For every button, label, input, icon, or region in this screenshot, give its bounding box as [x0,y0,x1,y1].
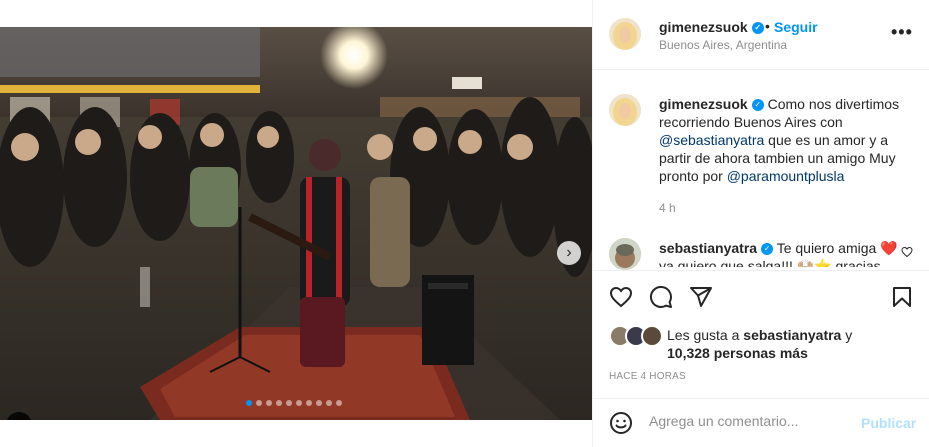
likes-middle: y [845,327,853,343]
share-send-icon[interactable] [689,285,713,309]
carousel-dot [286,400,292,406]
liker-avatars[interactable] [609,325,663,347]
avatar-image [609,238,641,270]
post-timestamp[interactable]: Hace 4 horas [609,371,686,382]
carousel-dot [276,400,282,406]
follow-button[interactable]: Seguir [774,19,818,35]
save-bookmark-icon[interactable] [890,285,914,309]
comment: sebastianyatra ✓ Te quiero amiga ❤️ ya qu… [659,239,899,267]
comment-bubble-icon[interactable] [649,285,673,309]
caption-username[interactable]: gimenezsuok [659,96,748,112]
publish-button[interactable]: Publicar [861,415,916,431]
carousel-dot [316,400,322,406]
author-avatar[interactable] [609,18,641,50]
mention-link[interactable]: @sebastianyatra [659,132,764,148]
verified-badge-icon: ✓ [751,22,764,35]
media-area: › [0,0,592,447]
like-heart-icon[interactable] [609,285,633,309]
carousel-dot [326,400,332,406]
carousel-dot [256,400,262,406]
post-header: gimenezsuok ✓ • Seguir Buenos Aires, Arge… [593,0,929,70]
post-photo[interactable]: › [0,27,592,420]
user-icon [13,419,25,420]
comment-input[interactable] [649,413,849,429]
commenter-avatar[interactable] [609,238,641,270]
likes-prefix: Les gusta a [667,327,740,343]
comment-username[interactable]: sebastianyatra [659,240,757,256]
location-link[interactable]: Buenos Aires, Argentina [659,38,787,52]
avatar-image [609,94,641,126]
carousel-dot [296,400,302,406]
likes-summary: Les gusta a sebastianyatra y 10,328 pers… [667,326,852,362]
next-slide-button[interactable]: › [557,241,581,265]
author-username-text[interactable]: gimenezsuok [659,19,748,35]
instagram-post: › gimenezsuok ✓ • Seguir Buenos Aires, A… [0,0,929,447]
author-username[interactable]: gimenezsuok ✓ [659,19,764,35]
carousel-dot [306,400,312,406]
carousel-dot [246,400,252,406]
more-options-icon[interactable]: ••• [891,22,913,43]
carousel-dot [266,400,272,406]
action-section: Les gusta a sebastianyatra y 10,328 pers… [593,270,929,445]
carousel-indicator [246,400,342,406]
likes-count-link[interactable]: 10,328 personas más [667,345,808,361]
carousel-dot [336,400,342,406]
like-comment-heart-icon[interactable] [901,246,913,258]
concert-photo [0,27,592,420]
caption-avatar[interactable] [609,94,641,126]
separator-dot: • [765,18,770,34]
likes-user-link[interactable]: sebastianyatra [743,327,841,343]
emoji-icon[interactable] [609,411,633,435]
verified-badge-icon: ✓ [751,99,764,112]
avatar-image [609,18,641,50]
liker-avatar [641,325,663,347]
mention-link[interactable]: @paramountplusla [727,168,845,184]
chevron-right-icon: › [566,244,572,261]
post-sidebar: gimenezsuok ✓ • Seguir Buenos Aires, Arge… [592,0,929,447]
caption-time[interactable]: 4 h [659,201,676,215]
add-comment-bar: Publicar [593,398,929,446]
post-caption: gimenezsuok ✓ Como nos divertimos recorri… [659,95,909,185]
verified-badge-icon: ✓ [761,243,774,256]
